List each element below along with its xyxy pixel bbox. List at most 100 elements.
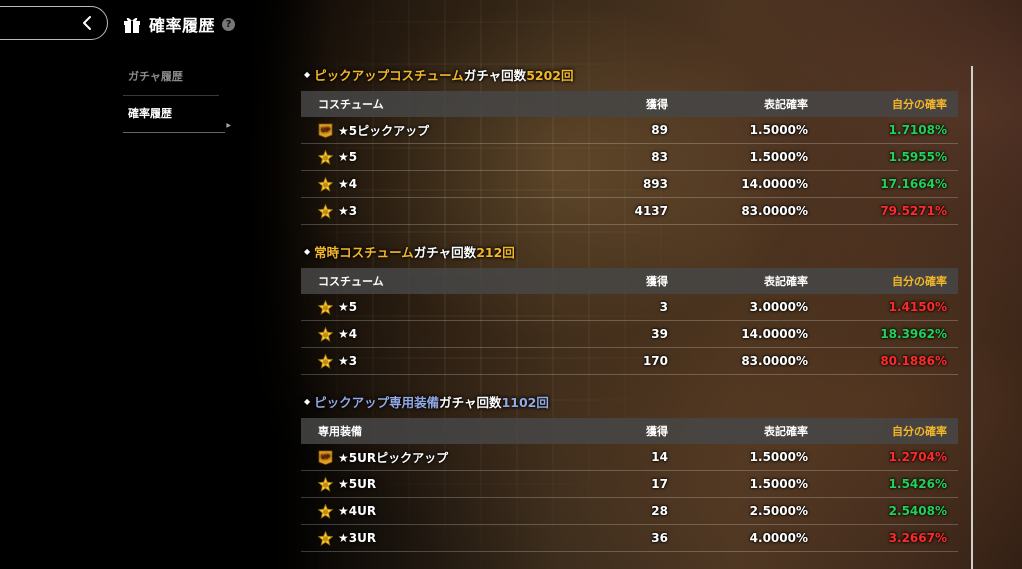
section-title: ◆ ピックアップ専用装備 ガチャ回数 1102回 xyxy=(301,392,958,410)
page-header: 確率履歴 ? xyxy=(122,12,236,36)
star-badge-icon xyxy=(317,148,334,165)
table-row: ★4 893 14.0000% 17.1664% xyxy=(301,171,958,198)
diamond-icon: ◆ xyxy=(304,246,311,256)
table-row: ★3 4137 83.0000% 79.5271% xyxy=(301,198,958,225)
row-name: ★4UR xyxy=(338,504,377,518)
table-header: コスチューム 獲得 表記確率 自分の確率 xyxy=(301,268,958,294)
star-badge-icon xyxy=(317,202,334,219)
row-count: 3 xyxy=(659,300,668,314)
row-rate: 2.5000% xyxy=(749,504,808,518)
row-my-rate: 1.4150% xyxy=(888,300,947,314)
section-title-label: ガチャ回数 xyxy=(463,67,527,83)
section-title-count: 1102回 xyxy=(501,394,549,410)
row-name-cell: ★4UR xyxy=(301,502,566,519)
chevron-left-icon xyxy=(83,16,91,30)
table-row: ★5UR 17 1.5000% 1.5426% xyxy=(301,471,958,498)
section-title-name: ピックアップ専用装備 xyxy=(314,394,440,410)
column-header-count: 獲得 xyxy=(646,98,668,111)
row-rate: 1.5000% xyxy=(749,477,808,491)
row-count: 36 xyxy=(651,531,668,545)
section-title-label: ガチャ回数 xyxy=(439,394,502,410)
help-icon[interactable]: ? xyxy=(222,17,236,31)
row-rate: 3.0000% xyxy=(749,300,808,314)
table-row: ★4 39 14.0000% 18.3962% xyxy=(301,321,958,348)
section-standard-costume: ◆ 常時コスチューム ガチャ回数 212回 コスチューム 獲得 表記確率 自分の… xyxy=(301,242,958,375)
row-my-rate: 1.2704% xyxy=(888,450,947,464)
star-badge-icon xyxy=(317,529,334,546)
row-rate: 83.0000% xyxy=(741,354,808,368)
row-rate: 14.0000% xyxy=(741,177,808,191)
row-count: 4137 xyxy=(634,204,668,218)
section-title-count: 212回 xyxy=(476,244,515,260)
table-header: 専用装備 獲得 表記確率 自分の確率 xyxy=(301,418,958,444)
row-count: 14 xyxy=(651,450,668,464)
table-body: UP ★5URピックアップ 14 1.5000% 1.2704% ★5UR 17 1.5000… xyxy=(301,444,958,552)
column-header-mine: 自分の確率 xyxy=(892,98,947,111)
star-badge-icon xyxy=(317,175,334,192)
row-my-rate: 17.1664% xyxy=(880,177,947,191)
section-title-label: ガチャ回数 xyxy=(413,244,477,260)
table-body: UP ★5ピックアップ 89 1.5000% 1.7108% ★5 83 1.5000% 1.5… xyxy=(301,117,958,225)
row-name: ★5UR xyxy=(338,477,377,491)
gift-icon xyxy=(124,17,140,33)
row-name: ★5ピックアップ xyxy=(338,123,430,138)
diamond-icon: ◆ xyxy=(304,396,311,406)
up-badge-icon: UP xyxy=(318,123,333,138)
table-row: ★4UR 28 2.5000% 2.5408% xyxy=(301,498,958,525)
table-row: ★3 170 83.0000% 80.1886% xyxy=(301,348,958,375)
row-count: 17 xyxy=(651,477,668,491)
table-row: UP ★5URピックアップ 14 1.5000% 1.2704% xyxy=(301,444,958,471)
row-name-cell: UP ★5URピックアップ xyxy=(301,449,566,466)
row-name-cell: ★5 xyxy=(301,298,566,315)
sidebar-item-label: 確率履歴 xyxy=(128,107,172,120)
row-rate: 14.0000% xyxy=(741,327,808,341)
row-name: ★3 xyxy=(338,204,358,218)
row-my-rate: 1.5955% xyxy=(888,150,947,164)
star-badge-icon xyxy=(317,352,334,369)
table-body: ★5 3 3.0000% 1.4150% ★4 39 14.0000% 18.3962% ★3 1… xyxy=(301,294,958,375)
row-name-cell: ★3 xyxy=(301,352,566,369)
table-row: UP ★5ピックアップ 89 1.5000% 1.7108% xyxy=(301,117,958,144)
column-header-mine: 自分の確率 xyxy=(892,425,947,438)
scrollbar[interactable] xyxy=(971,66,973,569)
column-header-count: 獲得 xyxy=(646,425,668,438)
column-header-count: 獲得 xyxy=(646,275,668,288)
column-header-name: コスチューム xyxy=(318,98,384,111)
row-my-rate: 1.7108% xyxy=(888,123,947,137)
row-name-cell: ★4 xyxy=(301,325,566,342)
sidebar-item-rate-history[interactable]: 確率履歴 ▶ xyxy=(123,105,231,133)
row-name-cell: ★3UR xyxy=(301,529,566,546)
row-my-rate: 80.1886% xyxy=(880,354,947,368)
row-count: 170 xyxy=(642,354,668,368)
row-rate: 1.5000% xyxy=(749,150,808,164)
star-badge-icon xyxy=(317,475,334,492)
row-name: ★4 xyxy=(338,327,358,341)
table-row: ★5 3 3.0000% 1.4150% xyxy=(301,294,958,321)
diamond-icon: ◆ xyxy=(304,69,311,79)
svg-text:UP: UP xyxy=(321,127,331,134)
column-header-name: コスチューム xyxy=(318,275,384,288)
row-count: 893 xyxy=(642,177,668,191)
column-header-name: 専用装備 xyxy=(318,425,362,438)
row-name-cell: UP ★5ピックアップ xyxy=(301,122,566,139)
section-title: ◆ ピックアップコスチューム ガチャ回数 5202回 xyxy=(301,65,958,83)
row-rate: 83.0000% xyxy=(741,204,808,218)
column-header-mine: 自分の確率 xyxy=(892,275,947,288)
row-my-rate: 18.3962% xyxy=(880,327,947,341)
section-pickup-costume: ◆ ピックアップコスチューム ガチャ回数 5202回 コスチューム 獲得 表記確… xyxy=(301,65,958,225)
sidebar-item-label: ガチャ履歴 xyxy=(128,70,183,83)
row-my-rate: 1.5426% xyxy=(888,477,947,491)
section-title: ◆ 常時コスチューム ガチャ回数 212回 xyxy=(301,242,958,260)
star-badge-icon xyxy=(317,325,334,342)
row-my-rate: 79.5271% xyxy=(880,204,947,218)
page-title: 確率履歴 xyxy=(149,16,216,35)
table-row: ★5 83 1.5000% 1.5955% xyxy=(301,144,958,171)
back-button[interactable] xyxy=(0,6,108,40)
row-name: ★5 xyxy=(338,300,358,314)
row-rate: 1.5000% xyxy=(749,123,808,137)
row-count: 83 xyxy=(651,150,668,164)
sidebar-item-gacha-history[interactable]: ガチャ履歴 xyxy=(123,68,219,96)
table-header: コスチューム 獲得 表記確率 自分の確率 xyxy=(301,91,958,117)
active-arrow-icon: ▶ xyxy=(226,122,231,129)
row-name: ★4 xyxy=(338,177,358,191)
